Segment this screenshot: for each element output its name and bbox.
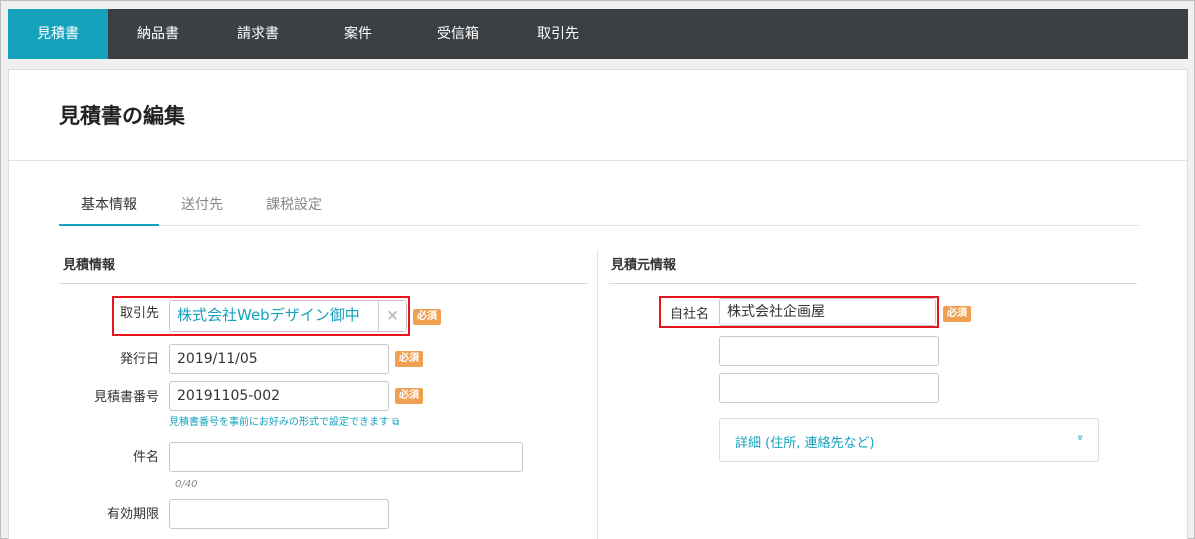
issue-date-label: 発行日 — [119, 352, 159, 367]
tab-bar: 基本情報 送付先 課税設定 — [59, 194, 1139, 226]
nav-estimate[interactable]: 見積書 — [8, 9, 108, 59]
detail-expander[interactable]: 詳細 (住所, 連絡先など) » — [719, 418, 1099, 462]
client-label: 取引先 — [119, 306, 159, 321]
subject-char-counter: 0/40 — [175, 479, 198, 490]
tab-tax-settings[interactable]: 課税設定 — [251, 194, 337, 226]
tab-basic-info[interactable]: 基本情報 — [59, 194, 159, 226]
company-name-input[interactable]: 株式会社企画屋 — [719, 298, 936, 326]
subject-input[interactable] — [169, 442, 523, 472]
required-badge: 必須 — [943, 306, 971, 322]
nav-delivery[interactable]: 納品書 — [108, 9, 208, 59]
issue-date-input[interactable]: 2019/11/05 — [169, 344, 389, 374]
external-link-icon: ⧉ — [392, 417, 400, 428]
client-select[interactable]: 株式会社Webデザイン御中 × — [169, 300, 407, 332]
title-row: 見積書の編集 — [9, 70, 1187, 161]
company-extra-line-1[interactable] — [719, 336, 939, 366]
nav-invoice[interactable]: 請求書 — [208, 9, 308, 59]
nav-clients[interactable]: 取引先 — [508, 9, 608, 59]
client-value: 株式会社Webデザイン御中 — [177, 306, 360, 324]
required-badge: 必須 — [395, 388, 423, 404]
estimate-number-input[interactable]: 20191105-002 — [169, 381, 389, 411]
clear-icon[interactable]: × — [378, 301, 406, 331]
chevron-double-down-icon: » — [1074, 434, 1088, 441]
column-divider — [597, 250, 598, 539]
nav-inbox[interactable]: 受信箱 — [408, 9, 508, 59]
subject-label: 件名 — [132, 450, 159, 465]
page-title: 見積書の編集 — [59, 104, 185, 128]
detail-label: 詳細 (住所, 連絡先など) — [735, 436, 875, 451]
required-badge: 必須 — [395, 351, 423, 367]
main-panel: 見積書の編集 基本情報 送付先 課税設定 見積情報 取引先 株式会社Webデザイ… — [8, 69, 1188, 539]
top-navigation: 見積書 納品書 請求書 案件 受信箱 取引先 — [8, 9, 1188, 59]
window-frame: 見積書 納品書 請求書 案件 受信箱 取引先 見積書の編集 基本情報 送付先 課… — [0, 0, 1195, 539]
estimate-number-hint-text: 見積書番号を事前にお好みの形式で設定できます — [169, 417, 389, 428]
nav-project[interactable]: 案件 — [308, 9, 408, 59]
expiry-input[interactable] — [169, 499, 389, 529]
estimate-number-label: 見積書番号 — [93, 390, 159, 405]
issuer-info-heading: 見積元情報 — [609, 254, 1137, 284]
company-extra-line-2[interactable] — [719, 373, 939, 403]
company-label: 自社名 — [669, 307, 709, 322]
estimate-number-settings-link[interactable]: 見積書番号を事前にお好みの形式で設定できます ⧉ — [169, 413, 399, 428]
required-badge: 必須 — [413, 309, 441, 325]
estimate-info-heading: 見積情報 — [59, 254, 587, 284]
tab-recipient[interactable]: 送付先 — [159, 194, 245, 226]
expiry-label: 有効期限 — [106, 507, 159, 522]
